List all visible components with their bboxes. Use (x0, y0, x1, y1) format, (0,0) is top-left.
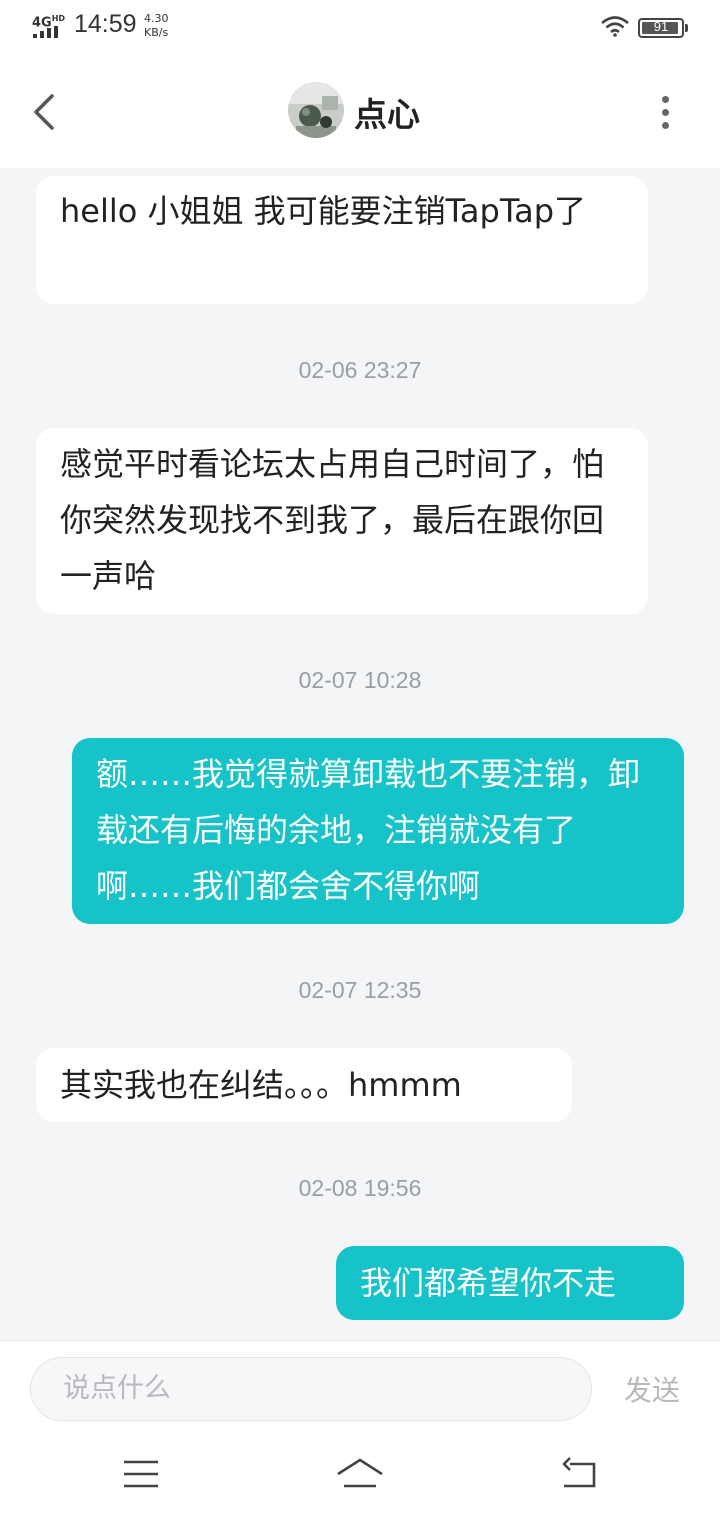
message-bubble-outgoing: 额……我觉得就算卸载也不要注销，卸载还有后悔的余地，注销就没有了啊……我们都会舍… (72, 738, 684, 924)
return-icon[interactable] (556, 1454, 606, 1494)
menu-icon[interactable] (116, 1454, 166, 1494)
clock: 14:59 (74, 10, 137, 38)
message-timestamp: 02-06 23:27 (298, 357, 422, 383)
wifi-icon (601, 16, 629, 37)
system-nav-bar (0, 1434, 720, 1520)
battery-icon: 91 (638, 18, 688, 38)
signal-icon (33, 26, 63, 38)
message-bubble-outgoing: 我们都希望你不走 (336, 1246, 684, 1320)
status-bar: 4GHD 14:59 4.30 KB/s 91 (0, 0, 720, 52)
input-bar: 说点什么 发送 (0, 1340, 720, 1434)
message-bubble-incoming: 感觉平时看论坛太占用自己时间了，怕你突然发现找不到我了，最后在跟你回一声哈 (36, 428, 648, 614)
chat-header: 点心 (0, 52, 720, 168)
home-icon[interactable] (334, 1454, 386, 1494)
avatar[interactable] (288, 82, 344, 138)
back-button[interactable] (24, 90, 64, 134)
more-vertical-icon[interactable] (650, 92, 680, 132)
message-timestamp: 02-07 12:35 (298, 977, 422, 1003)
message-bubble-incoming: 其实我也在纠结。。。hmmm (36, 1048, 572, 1122)
message-timestamp: 02-08 19:56 (298, 1175, 422, 1201)
battery-level: 91 (653, 19, 669, 34)
message-bubble-incoming: hello 小姐姐 我可能要注销TapTap了 (36, 176, 648, 304)
network-speed: 4.30 KB/s (144, 12, 169, 39)
message-input[interactable]: 说点什么 (30, 1357, 592, 1421)
message-timestamp: 02-07 10:28 (298, 667, 422, 693)
chat-title: 点心 (354, 95, 420, 134)
send-button[interactable]: 发送 (624, 1369, 680, 1409)
